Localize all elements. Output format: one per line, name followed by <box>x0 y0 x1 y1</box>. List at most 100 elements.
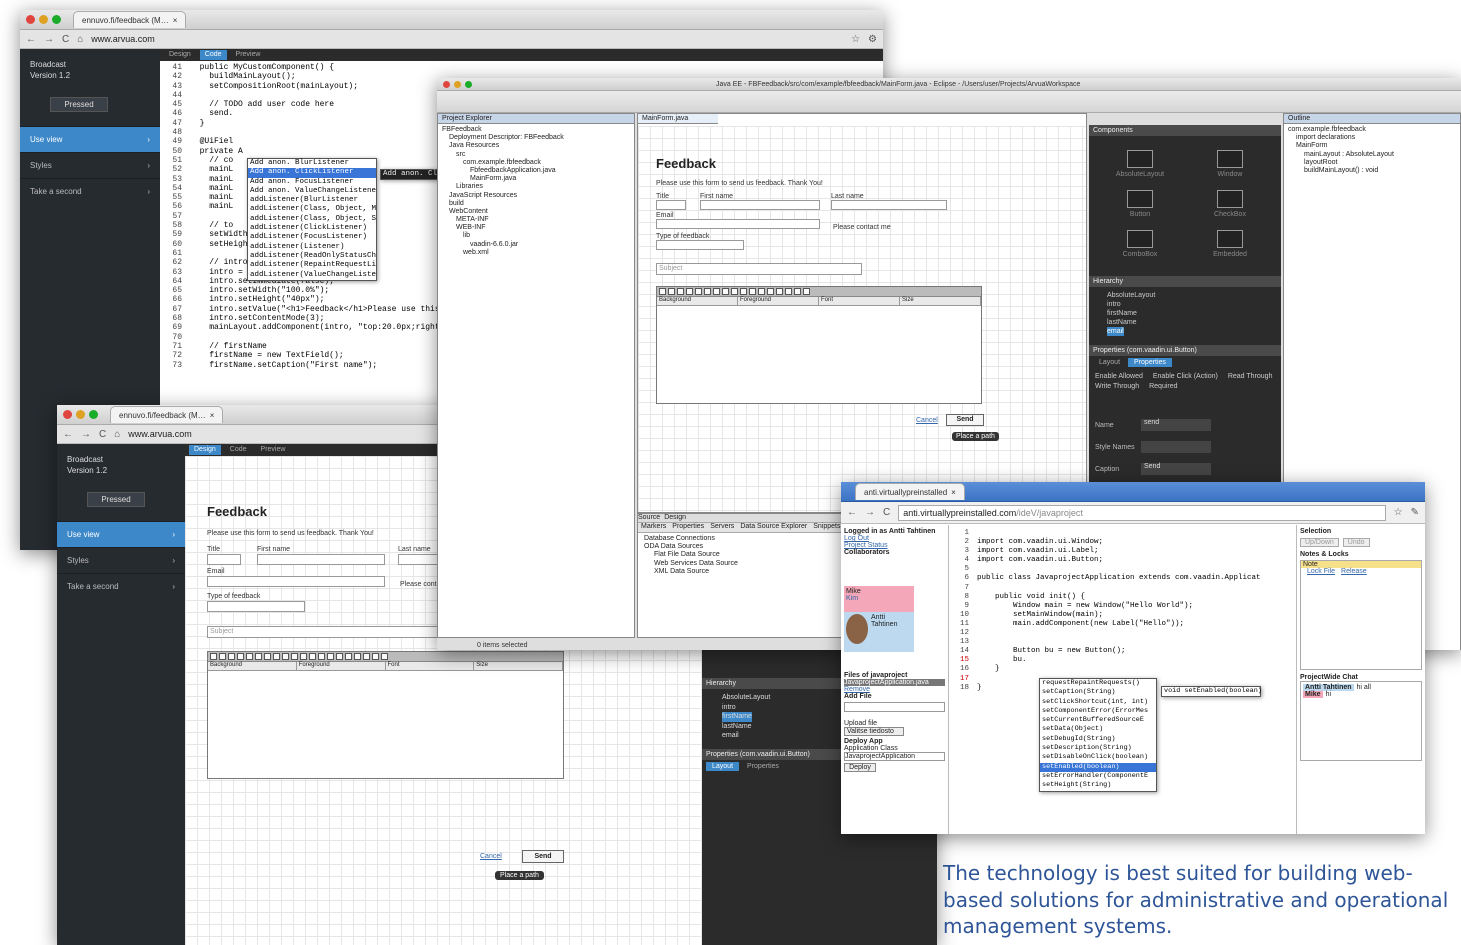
palette-item[interactable]: Embedded <box>1189 230 1271 262</box>
bottom-tab[interactable]: Properties <box>672 523 704 532</box>
ide-code-editor[interactable]: 1 2 import com.vaadin.ui.Window; 3 import co… <box>949 525 1297 834</box>
tab-mainform[interactable]: MainForm.java <box>638 114 718 124</box>
browser-tab[interactable]: ennuvo.fi/feedback (M… × <box>73 11 187 28</box>
palette-item[interactable]: CheckBox <box>1189 190 1271 222</box>
hierarchy-list[interactable]: AbsoluteLayout intro firstName lastName emai… <box>1089 287 1281 345</box>
eclipse-toolbar[interactable] <box>437 91 1461 113</box>
email-input[interactable] <box>656 219 820 229</box>
hierarchy-item[interactable]: email <box>1107 327 1124 336</box>
tab-code[interactable]: Code <box>225 445 252 454</box>
forward-icon[interactable]: → <box>44 34 54 45</box>
close-tab-icon[interactable]: × <box>210 411 215 420</box>
tree-item[interactable]: lib <box>442 232 630 240</box>
completion-item[interactable]: setEnabled(boolean) <box>1040 762 1156 772</box>
upload-button[interactable]: Valitse tiedosto <box>844 727 904 736</box>
lock-file-link[interactable]: Lock File <box>1307 568 1335 575</box>
property-checkbox[interactable]: Enable Allowed <box>1095 373 1143 380</box>
browser-tab[interactable]: ennuvo.fi/feedback (M… × <box>110 406 224 423</box>
outline-item[interactable]: com.example.fbfeedback <box>1288 126 1456 134</box>
completion-item[interactable]: setComponentError(ErrorMes <box>1040 707 1156 716</box>
reload-icon[interactable]: C <box>62 34 69 45</box>
cancel-link[interactable]: Cancel <box>480 853 502 860</box>
tab-design[interactable]: Design <box>164 50 196 59</box>
first-name-input[interactable] <box>257 554 385 565</box>
tab-source[interactable]: Source <box>638 514 660 522</box>
completion-item[interactable]: setData(Object) <box>1040 725 1156 734</box>
bottom-tab[interactable]: Servers <box>710 523 734 532</box>
close-tab-icon[interactable]: × <box>173 16 178 25</box>
nav-item-use-view[interactable]: Use view › <box>57 521 185 547</box>
please-contact-checkbox[interactable]: Please contact me <box>833 224 891 231</box>
home-icon[interactable]: ⌂ <box>77 34 83 45</box>
pressed-button[interactable]: Pressed <box>50 97 108 112</box>
file-item-selected[interactable]: JavaprojectApplication.java <box>844 679 945 686</box>
completion-item[interactable]: setDebugId(String) <box>1040 735 1156 744</box>
tree-item[interactable]: vaadin-6.6.0.jar <box>442 241 630 249</box>
completion-item[interactable]: requestRepaintRequests() <box>1040 679 1156 688</box>
rich-text-editor[interactable]: Background Foreground Font Size <box>656 286 982 404</box>
star-icon[interactable]: ☆ <box>851 34 860 45</box>
forward-icon[interactable]: → <box>865 507 875 518</box>
hierarchy-item[interactable]: firstName <box>1107 309 1263 318</box>
palette-item[interactable]: AbsoluteLayout <box>1099 150 1181 182</box>
pressed-button[interactable]: Pressed <box>87 492 145 507</box>
hierarchy-item[interactable]: lastName <box>1107 318 1263 327</box>
address-bar[interactable]: www.arvua.com <box>91 34 155 44</box>
outline-item[interactable]: MainForm <box>1288 142 1456 150</box>
property-value[interactable] <box>1141 441 1211 453</box>
ide-tab[interactable]: anti.virtuallypreinstalled × <box>855 483 965 500</box>
project-tree[interactable]: FBFeedback Deployment Descriptor: FBFeedb… <box>438 124 634 259</box>
tab-properties[interactable]: Properties <box>1128 358 1172 367</box>
tab-outline[interactable]: Outline <box>1284 114 1460 124</box>
tree-item[interactable]: com.example.fbfeedback <box>442 159 630 167</box>
tab-layout[interactable]: Layout <box>1093 358 1126 367</box>
rte-toolbar[interactable] <box>657 287 981 297</box>
add-file-input[interactable] <box>844 702 945 712</box>
back-icon[interactable]: ← <box>847 507 857 518</box>
autocomplete-item[interactable]: addListener(FocusListener) <box>248 233 376 242</box>
rte-selects[interactable]: Background Foreground Font Size <box>208 662 563 671</box>
palette-item[interactable]: Window <box>1189 150 1271 182</box>
send-button[interactable]: Send <box>946 414 984 426</box>
nav-item-take-a-second[interactable]: Take a second › <box>57 573 185 599</box>
autocomplete-item[interactable]: addListener(BlurListener <box>248 196 376 205</box>
up-down-button[interactable]: Up/Down <box>1300 538 1339 547</box>
tree-item[interactable]: web.xml <box>442 249 630 257</box>
tab-code[interactable]: Code <box>199 50 227 60</box>
tab-preview[interactable]: Preview <box>231 50 266 59</box>
autocomplete-item[interactable]: addListener(RepaintRequestLi <box>248 261 376 270</box>
menu-icon[interactable]: ⚙ <box>868 34 877 45</box>
home-icon[interactable]: ⌂ <box>114 429 120 440</box>
deploy-button[interactable]: Deploy <box>844 763 876 772</box>
bottom-tab[interactable]: Markers <box>641 523 666 532</box>
tree-item[interactable]: MainForm.java <box>442 175 630 183</box>
outline-item[interactable]: mainLayout : AbsoluteLayout <box>1288 151 1456 159</box>
type-select[interactable] <box>207 601 305 612</box>
completion-item[interactable]: setErrorHandler(ComponentE <box>1040 772 1156 781</box>
completion-item[interactable]: setCurrentBufferedSourceE <box>1040 716 1156 725</box>
logout-link[interactable]: Log Out <box>844 535 945 542</box>
properties-checks[interactable]: Enable Allowed Enable Click (Action) Read … <box>1089 369 1281 394</box>
address-bar[interactable]: www.arvua.com <box>128 429 192 439</box>
back-icon[interactable]: ← <box>26 34 36 45</box>
tab-project-explorer[interactable]: Project Explorer <box>438 114 634 124</box>
tab-design[interactable]: Design <box>664 514 686 522</box>
tree-item[interactable]: JavaScript Resources <box>442 192 630 200</box>
completion-item[interactable]: setHeight(String) <box>1040 781 1156 790</box>
property-value[interactable]: Send <box>1141 463 1211 475</box>
outline-item[interactable]: buildMainLayout() : void <box>1288 167 1456 175</box>
window-controls[interactable] <box>26 15 61 24</box>
autocomplete-item[interactable]: addListener(Class, Object, M <box>248 205 376 214</box>
outline-item[interactable]: import declarations <box>1288 134 1456 142</box>
bottom-tab[interactable]: Data Source Explorer <box>740 523 807 532</box>
tree-item[interactable]: FbfeedbackApplication.java <box>442 167 630 175</box>
hierarchy-item[interactable]: intro <box>1107 300 1263 309</box>
completion-item[interactable]: setClickShortcut(int, int) <box>1040 698 1156 707</box>
window-controls[interactable] <box>443 80 472 88</box>
autocomplete-item[interactable]: Add anon. ClickListener <box>248 168 376 178</box>
type-select[interactable] <box>656 240 744 250</box>
star-icon[interactable]: ☆ <box>1394 507 1403 518</box>
project-status-link[interactable]: Project Status <box>844 542 945 549</box>
palette-item[interactable]: ComboBox <box>1099 230 1181 262</box>
send-button[interactable]: Send <box>522 850 564 863</box>
